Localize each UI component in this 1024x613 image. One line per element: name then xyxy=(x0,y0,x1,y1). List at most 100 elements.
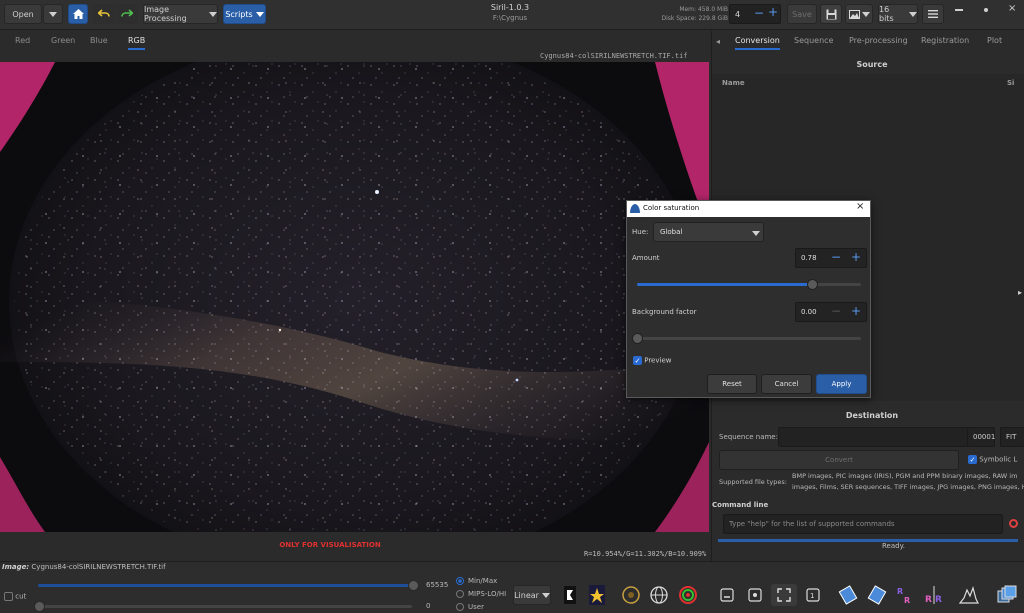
globe-icon[interactable] xyxy=(648,584,670,606)
tab-sequence[interactable]: Sequence xyxy=(794,36,833,45)
chevron-down-icon xyxy=(752,231,760,236)
target-icon[interactable] xyxy=(620,584,642,606)
rotate-left-icon[interactable] xyxy=(837,584,859,606)
background-factor-slider-knob[interactable] xyxy=(632,333,643,344)
minimize-window-icon[interactable] xyxy=(716,584,738,606)
fits-extension-select[interactable]: FIT xyxy=(1000,427,1024,447)
tab-preprocessing[interactable]: Pre-processing xyxy=(849,36,908,45)
status-text: Ready. xyxy=(882,542,905,550)
star-icon[interactable] xyxy=(586,584,608,606)
min-value: 0 xyxy=(426,602,431,610)
bitdepth-menu[interactable]: 16 bits xyxy=(878,4,918,24)
radio-mips[interactable]: MIPS-LO/HI xyxy=(456,590,506,598)
image-filename-overlay: Cygnus84-colSIRILNEWSTRETCH.TIF.tif xyxy=(540,52,688,60)
zoom-100-icon[interactable]: 1 xyxy=(802,584,824,606)
image-viewer[interactable] xyxy=(0,62,709,532)
plus-icon[interactable]: + xyxy=(768,6,778,18)
column-size[interactable]: Si xyxy=(1007,79,1014,87)
redo-button[interactable] xyxy=(116,4,138,24)
chain-icon[interactable] xyxy=(559,584,581,606)
tab-blue[interactable]: Blue xyxy=(90,36,108,45)
image-processing-menu[interactable]: Image Processing xyxy=(143,4,218,24)
tab-rgb[interactable]: RGB xyxy=(128,36,146,50)
save-button[interactable]: Save xyxy=(787,4,817,24)
snapshot-menu[interactable] xyxy=(845,4,873,24)
dialog-titlebar: Color saturation × xyxy=(627,201,870,217)
min-slider[interactable] xyxy=(38,605,412,608)
amount-slider-fill xyxy=(637,283,812,286)
hamburger-icon xyxy=(928,10,938,18)
plus-icon[interactable]: + xyxy=(851,304,861,318)
undo-button[interactable] xyxy=(93,4,115,24)
fullscreen-icon[interactable] xyxy=(771,584,797,606)
save-as-button[interactable] xyxy=(820,4,842,24)
minus-icon[interactable]: − xyxy=(831,304,841,318)
amount-label: Amount xyxy=(632,254,660,262)
amount-spinner[interactable]: 0.78 − + xyxy=(795,248,867,268)
cut-checkbox[interactable]: cut xyxy=(4,592,26,601)
sequence-name-input[interactable] xyxy=(778,427,969,447)
rotate-right-icon[interactable] xyxy=(866,584,888,606)
radio-user[interactable]: User xyxy=(456,603,484,611)
hue-select[interactable]: Global xyxy=(653,222,764,242)
focus-ring-icon[interactable] xyxy=(677,584,699,606)
image-name: Cygnus84-colSIRILNEWSTRETCH.TIF.tif xyxy=(31,563,166,571)
chevron-left-icon[interactable]: ◂ xyxy=(716,37,720,46)
rgb-statistics: R=10.954%/G=11.302%/B=10.909% xyxy=(584,550,707,558)
close-icon[interactable]: × xyxy=(856,201,864,212)
checkmark-icon: ✓ xyxy=(633,356,642,365)
plus-icon[interactable]: + xyxy=(851,250,861,264)
cancel-button[interactable]: Cancel xyxy=(761,374,812,394)
histogram-icon[interactable] xyxy=(958,584,980,606)
minus-icon[interactable]: − xyxy=(831,250,841,264)
max-slider-knob[interactable] xyxy=(408,580,419,591)
mirror-y-icon[interactable]: RR xyxy=(923,584,945,606)
close-icon[interactable]: × xyxy=(1008,3,1016,14)
main-menu-button[interactable] xyxy=(922,4,944,24)
minimize-icon[interactable] xyxy=(955,9,963,11)
supported-types-label: Supported file types: xyxy=(719,478,787,486)
column-name[interactable]: Name xyxy=(722,79,745,87)
channel-tabs: Red Green Blue RGB xyxy=(0,31,709,50)
tab-plot[interactable]: Plot xyxy=(987,36,1002,45)
open-recent-dropdown[interactable] xyxy=(43,4,63,24)
progress-bar xyxy=(718,539,1018,542)
minus-icon[interactable]: − xyxy=(754,7,764,19)
supported-types-line-2: images, Films, SER sequences, TIFF image… xyxy=(792,483,1024,491)
tab-conversion[interactable]: Conversion xyxy=(735,36,780,50)
stop-icon[interactable] xyxy=(1009,519,1018,528)
command-input[interactable]: Type "help" for the list of supported co… xyxy=(723,514,1003,534)
preview-checkbox[interactable]: ✓ Preview xyxy=(633,356,671,365)
zoom-fit-icon[interactable] xyxy=(744,584,766,606)
convert-button[interactable]: Convert xyxy=(719,450,959,470)
layers-icon[interactable] xyxy=(996,584,1018,606)
tab-registration[interactable]: Registration xyxy=(921,36,969,45)
sequence-number-input[interactable]: 00001 xyxy=(967,427,995,447)
symbolic-link-checkbox[interactable]: ✓ Symbolic L xyxy=(968,455,1017,464)
tab-green[interactable]: Green xyxy=(51,36,75,45)
min-slider-knob[interactable] xyxy=(34,601,45,612)
background-factor-spinner[interactable]: 0.00 − + xyxy=(795,302,867,322)
background-factor-slider[interactable] xyxy=(632,333,861,344)
stretch-select[interactable]: Linear xyxy=(513,585,551,605)
home-button[interactable] xyxy=(68,4,88,24)
mirror-x-icon[interactable]: RR xyxy=(895,584,917,606)
chevron-right-icon[interactable]: ▸ xyxy=(1018,288,1022,297)
reset-button[interactable]: Reset xyxy=(707,374,757,394)
scripts-menu[interactable]: Scripts xyxy=(223,4,266,24)
preview-label: Preview xyxy=(644,356,672,365)
open-button[interactable]: Open xyxy=(4,4,42,24)
radio-minmax[interactable]: Min/Max xyxy=(456,577,497,585)
checkmark-icon: ✓ xyxy=(968,455,977,464)
radio-user-label: User xyxy=(468,603,484,611)
max-slider[interactable] xyxy=(38,584,412,587)
stretch-label: Linear xyxy=(514,590,539,600)
apply-button[interactable]: Apply xyxy=(816,374,867,394)
background-factor-value: 0.00 xyxy=(801,308,817,316)
maximize-icon[interactable] xyxy=(984,8,988,12)
convert-label: Convert xyxy=(825,456,853,464)
amount-slider-knob[interactable] xyxy=(806,279,818,290)
tab-red[interactable]: Red xyxy=(15,36,30,45)
fits-label: FIT xyxy=(1006,433,1017,441)
amount-slider[interactable] xyxy=(637,279,861,290)
